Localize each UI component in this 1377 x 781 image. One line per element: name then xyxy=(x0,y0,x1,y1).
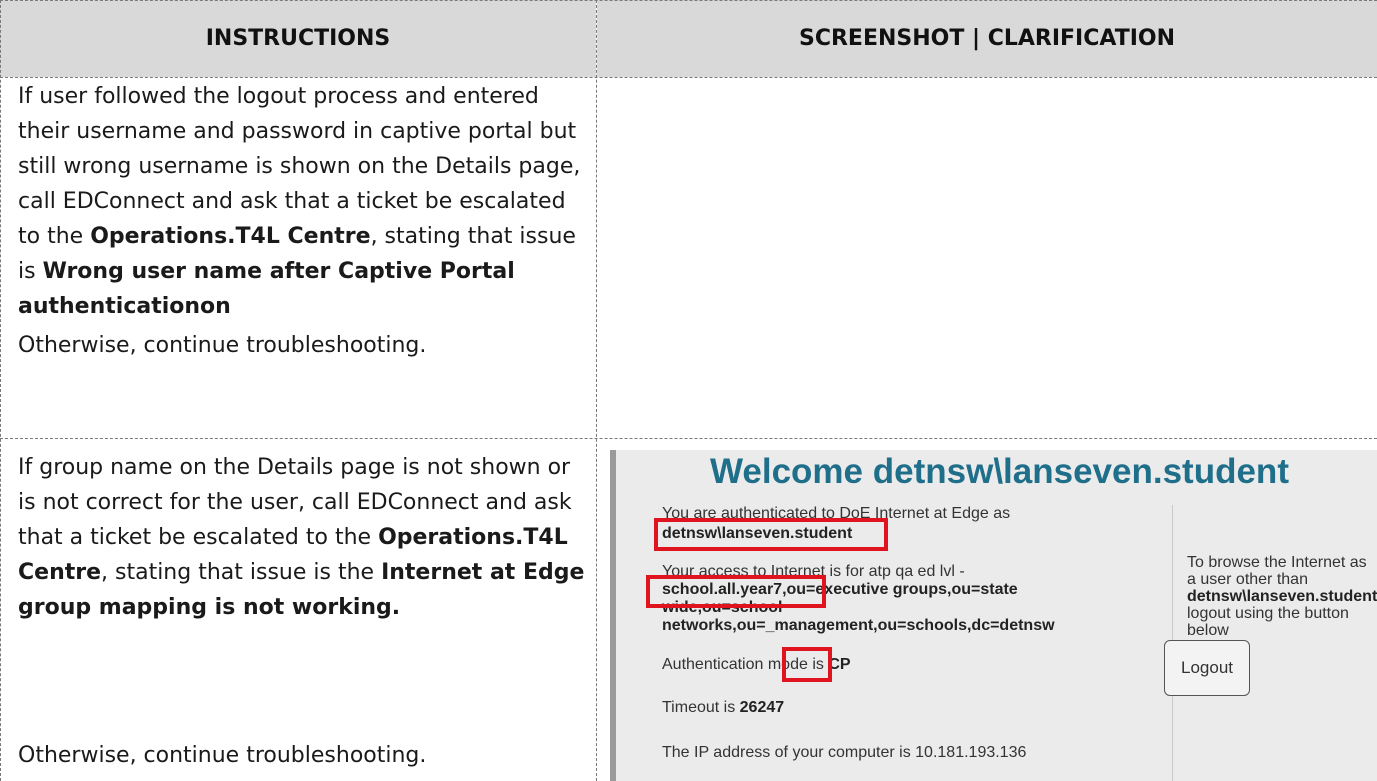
highlight-group xyxy=(646,575,826,608)
access-line-4: networks,ou=_management,ou=schools,dc=de… xyxy=(662,617,1055,634)
side-line-1: To browse the Internet as xyxy=(1187,554,1367,571)
row2-instructions: If group name on the Details page is not… xyxy=(18,450,588,625)
row2-otherwise: Otherwise, continue troubleshooting. xyxy=(18,743,427,768)
logout-button[interactable]: Logout xyxy=(1164,640,1250,696)
row1-text: If user followed the logout process and … xyxy=(18,84,581,319)
row-divider xyxy=(0,438,1377,439)
row1-instructions: If user followed the logout process and … xyxy=(18,79,588,363)
row2-text: If group name on the Details page is not… xyxy=(18,455,585,620)
header-divider xyxy=(0,77,1377,78)
table-top-border xyxy=(0,0,1377,1)
side-line-2: a user other than xyxy=(1187,571,1308,588)
ip-address: The IP address of your computer is 10.18… xyxy=(662,744,1027,761)
column-divider xyxy=(596,0,597,781)
row1-team: Operations.T4L Centre xyxy=(90,224,371,249)
details-page-screenshot: Welcome detnsw\lanseven.student You are … xyxy=(610,450,1377,781)
side-line-3: detnsw\lanseven.student, xyxy=(1187,588,1377,605)
welcome-heading: Welcome detnsw\lanseven.student xyxy=(710,452,1289,491)
instructions-table: INSTRUCTIONS SCREENSHOT | CLARIFICATION … xyxy=(0,0,1377,781)
highlight-auth-mode xyxy=(782,647,832,682)
side-line-4: logout using the button xyxy=(1187,605,1349,622)
header-instructions: INSTRUCTIONS xyxy=(0,0,596,77)
row1-otherwise: Otherwise, continue troubleshooting. xyxy=(18,333,427,358)
timeout: Timeout is 26247 xyxy=(662,699,785,716)
row1-issue: Wrong user name after Captive Portal aut… xyxy=(18,259,515,319)
side-line-5: below xyxy=(1187,622,1229,639)
header-screenshot-clarification: SCREENSHOT | CLARIFICATION xyxy=(597,0,1377,77)
highlight-username xyxy=(654,518,888,551)
table-left-border xyxy=(0,0,1,781)
